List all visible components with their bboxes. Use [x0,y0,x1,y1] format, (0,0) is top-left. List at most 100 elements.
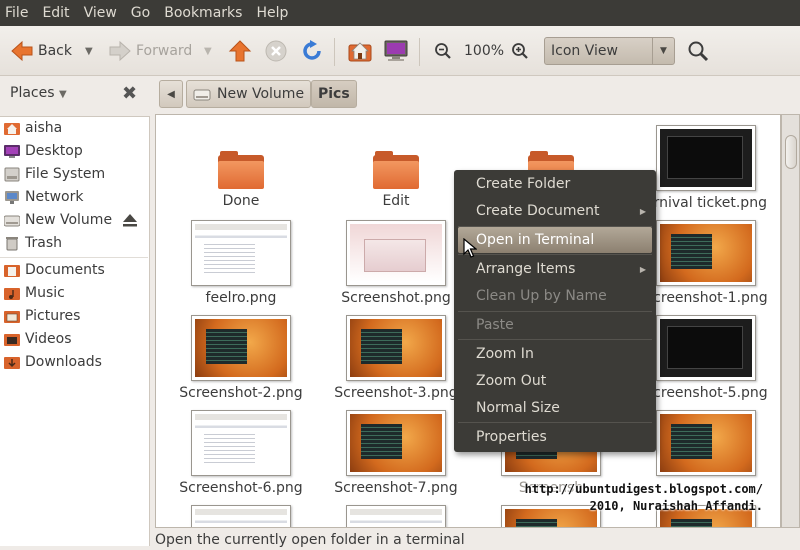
back-label: Back [38,43,72,59]
menu-go[interactable]: Go [131,5,150,21]
menu-help[interactable]: Help [256,5,288,21]
menubar: File Edit View Go Bookmarks Help [0,0,800,26]
menu-item-create-document[interactable]: Create Document ▶ [454,198,656,224]
sidebar-item-aisha[interactable]: aisha [4,118,146,138]
path-scroll-left-button[interactable]: ◀ [159,80,183,108]
menu-item-zoom-in[interactable]: Zoom In [454,341,656,367]
image-thumbnail [656,315,756,381]
sidebar-item-label: Network [25,189,84,205]
sidebar-item-pictures[interactable]: Pictures [4,306,146,326]
menu-edit[interactable]: Edit [42,5,69,21]
home-folder-icon [4,122,20,135]
places-divider [0,257,148,258]
file-item[interactable]: Screenshot-7.png [321,410,471,496]
sidebar-item-network[interactable]: Network [4,187,146,207]
file-item[interactable]: Screenshot-2.png [166,315,316,401]
sidebar-item-label: Documents [25,262,105,278]
sidebar-item-new-volume[interactable]: New Volume [4,210,146,230]
volume-icon [193,89,211,100]
menu-bookmarks[interactable]: Bookmarks [164,5,242,21]
submenu-arrow-icon: ▶ [639,264,646,274]
menu-item-zoom-out[interactable]: Zoom Out [454,368,656,394]
close-sidebar-icon[interactable]: ✖ [122,83,137,104]
file-name: Screenshot-3.png [334,385,458,401]
up-arrow-icon[interactable] [228,39,252,63]
music-folder-icon [4,287,20,300]
sidebar-item-label: Desktop [25,143,83,159]
toolbar-separator [419,38,420,66]
sidebar-item-label: Pictures [25,308,81,324]
file-name: feelro.png [205,290,277,306]
menu-item-open-in-terminal[interactable]: Open in Terminal [458,227,652,253]
menu-view[interactable]: View [84,5,117,21]
zoom-in-icon[interactable] [511,42,529,60]
image-thumbnail [656,125,756,191]
sidebar-item-label: aisha [25,120,63,136]
sidebar-item-label: New Volume [25,212,113,228]
file-item[interactable]: Edit [321,149,471,209]
sidebar-item-music[interactable]: Music [4,283,146,303]
forward-history-dropdown[interactable]: ▼ [204,46,212,57]
file-item[interactable]: Screenshot-3.png [321,315,471,401]
sidebar-item-downloads[interactable]: Downloads [4,352,146,372]
image-thumbnail [191,220,291,286]
file-item[interactable] [166,505,316,527]
image-thumbnail [346,220,446,286]
menu-item-label: Arrange Items [476,261,576,277]
menu-item-create-folder[interactable]: Create Folder [454,171,656,197]
submenu-arrow-icon: ▶ [639,206,646,216]
status-bar: Open the currently open folder in a term… [155,530,800,550]
computer-icon[interactable] [383,39,409,63]
back-arrow-icon [11,40,33,62]
eject-icon[interactable] [122,212,138,228]
sidebar-item-videos[interactable]: Videos [4,329,146,349]
watermark: http://ubuntudigest.blogspot.com/ 2010, … [520,481,763,515]
watermark-url: http://ubuntudigest.blogspot.com/ [524,482,763,496]
file-item[interactable]: Screenshot.png [321,220,471,306]
vertical-scrollbar[interactable] [781,114,800,528]
reload-icon[interactable] [300,39,324,63]
places-label: Places [10,85,55,101]
back-button[interactable]: Back [10,39,72,63]
sidebar-item-desktop[interactable]: Desktop [4,141,146,161]
search-icon[interactable] [687,40,709,62]
menu-item-label: Normal Size [476,400,560,416]
back-history-dropdown[interactable]: ▼ [85,46,93,57]
sidebar-item-trash[interactable]: Trash [4,233,146,253]
menu-item-normal-size[interactable]: Normal Size [454,395,656,421]
menu-item-label: Zoom Out [476,373,547,389]
menu-item-paste[interactable]: Paste [454,312,656,338]
sidebar: Places ▼ ✖ aisha Desktop File System Net… [0,76,150,550]
file-item[interactable] [321,505,471,527]
zoom-out-icon[interactable] [434,42,452,60]
file-name: Edit [382,193,410,209]
file-item[interactable]: feelro.png [166,220,316,306]
menu-file[interactable]: File [5,5,28,21]
sidebar-item-documents[interactable]: Documents [4,260,146,280]
sidebar-item-file-system[interactable]: File System [4,164,146,184]
downloads-folder-icon [4,356,20,369]
sidebar-item-label: File System [25,166,106,182]
file-name: Screenshot.png [341,290,451,306]
pictures-folder-icon [4,310,20,323]
documents-folder-icon [4,264,20,277]
menu-item-label: Create Folder [476,176,571,192]
file-name: Screenshot-7.png [334,480,458,496]
menu-item-properties[interactable]: Properties [454,424,656,450]
menu-item-arrange-items[interactable]: Arrange Items ▶ [454,256,656,282]
stop-icon[interactable] [264,39,288,63]
file-item[interactable]: Screenshot-6.png [166,410,316,496]
sidebar-item-label: Downloads [25,354,102,370]
breadcrumb-new-volume[interactable]: New Volume [186,80,312,108]
image-thumbnail [191,505,291,527]
file-item[interactable]: Done [166,149,316,209]
forward-arrow-icon [109,40,131,62]
forward-button[interactable]: Forward [108,39,192,63]
menu-item-clean-up-by-name[interactable]: Clean Up by Name [454,283,656,309]
view-mode-select[interactable]: Icon View ▼ [544,37,675,65]
breadcrumb-pics[interactable]: Pics [311,80,357,108]
folder-icon [373,149,419,189]
home-icon[interactable] [347,39,373,63]
places-dropdown[interactable]: Places ▼ [10,85,67,101]
scrollbar-thumb[interactable] [785,135,797,169]
